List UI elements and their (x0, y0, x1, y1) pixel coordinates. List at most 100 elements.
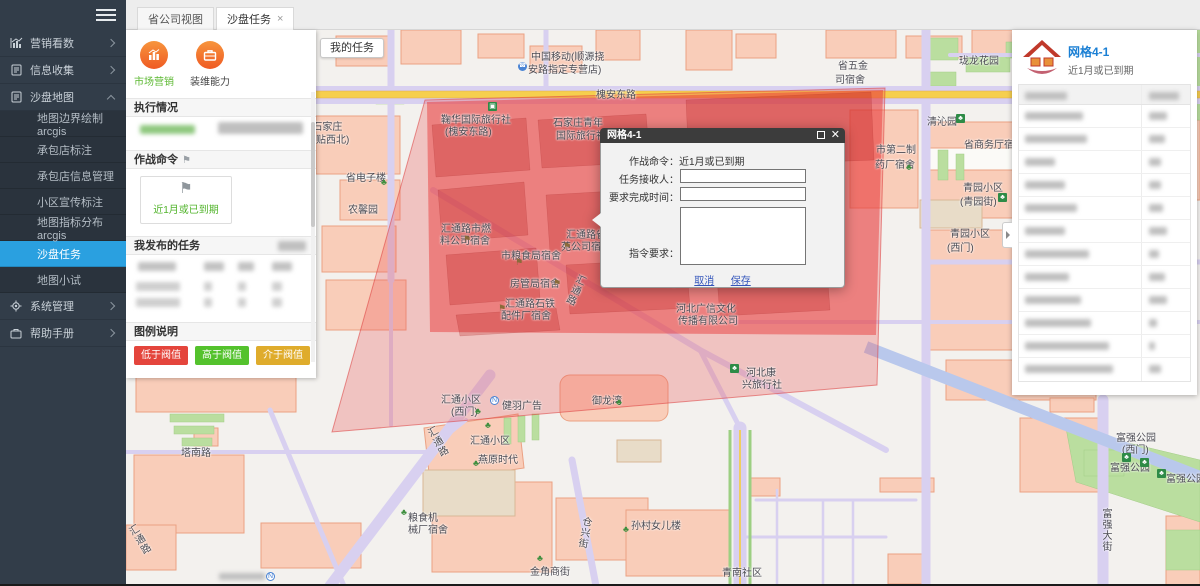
cell-blur (1025, 181, 1065, 189)
deadline-input[interactable] (680, 187, 806, 201)
sidebar-sub-item-4[interactable]: 小区宣传标注 (0, 189, 126, 215)
save-button[interactable]: 保存 (731, 276, 751, 287)
close-icon[interactable]: ✕ (831, 128, 840, 143)
column-divider (1141, 174, 1142, 196)
published-cell-blur (204, 262, 224, 271)
published-cell-blur (136, 298, 180, 307)
chevron-right-icon (107, 302, 115, 310)
dialog-title-bar[interactable]: 网格4-1 ✕ (600, 128, 845, 143)
published-cell-blur (272, 298, 282, 307)
tool-1[interactable]: 市场营销 (126, 41, 182, 88)
command-card-label: 近1月或已到期 (141, 201, 231, 216)
grid-title-link[interactable]: 网格4-1 (1068, 43, 1109, 60)
tab-label: 省公司视图 (148, 11, 203, 27)
maximize-icon[interactable] (817, 131, 825, 139)
cell-blur (1149, 273, 1165, 281)
sidebar-group-label: 系统管理 (30, 298, 108, 314)
legend-button-2[interactable]: 高于阀值 (195, 346, 249, 365)
chevron-up-icon (107, 94, 115, 102)
cell-blur (1025, 273, 1069, 281)
column-divider (1141, 197, 1142, 219)
published-cell-blur (238, 298, 246, 307)
receiver-label: 任务接收人： (601, 169, 679, 186)
cancel-button[interactable]: 取消 (694, 276, 714, 287)
chevron-right-icon (107, 66, 115, 74)
my-tasks-button[interactable]: 我的任务 (320, 38, 384, 58)
hamburger-menu-icon[interactable] (96, 9, 116, 21)
cell-blur (1025, 158, 1055, 166)
sidebar-group-5[interactable]: 帮助手册 (0, 320, 126, 347)
cell-blur (1149, 204, 1163, 212)
grid-info-panel: 网格4-1 近1月或已到期 (1012, 30, 1197, 395)
column-divider (1141, 289, 1142, 311)
cell-blur (1149, 342, 1155, 350)
grid-subtitle: 近1月或已到期 (1068, 62, 1134, 77)
deadline-label: 要求完成时间： (601, 187, 679, 204)
column-divider (1141, 128, 1142, 150)
section-header-legend: 图例说明 (126, 322, 316, 341)
receiver-input[interactable] (680, 169, 806, 183)
column-divider (1141, 85, 1142, 104)
panel-scrollbar[interactable] (311, 92, 315, 362)
dialog-body: 作战命令： 近1月或已到期 任务接收人： 要求完成时间： 指令要求： 取消 保存 (600, 143, 845, 288)
grid-table-row (1019, 197, 1190, 220)
legend-button-1[interactable]: 低于阀值 (134, 346, 188, 365)
sidebar-sub-item-2[interactable]: 承包店标注 (0, 137, 126, 163)
column-divider (1141, 335, 1142, 357)
grid-table-row (1019, 358, 1190, 381)
section-header-execution: 执行情况 (126, 98, 316, 117)
tool-label: 装维能力 (182, 73, 238, 88)
doc-icon (9, 64, 23, 76)
cell-blur (1025, 319, 1091, 327)
sidebar-sub-item-7[interactable]: 地图小试 (0, 267, 126, 293)
tab-close-icon[interactable]: × (277, 13, 283, 25)
briefcase-icon (9, 327, 23, 339)
column-divider (1141, 220, 1142, 242)
grid-table-row (1019, 289, 1190, 312)
sidebar-sub-item-1[interactable]: 地图边界绘制arcgis (0, 111, 126, 137)
tool-2[interactable]: 装维能力 (182, 41, 238, 88)
requirement-textarea[interactable] (680, 207, 806, 265)
sidebar: 营销看数信息收集沙盘地图地图边界绘制arcgis承包店标注承包店信息管理小区宣传… (0, 0, 126, 586)
tab-2[interactable]: 沙盘任务× (216, 7, 294, 30)
cell-blur (1149, 319, 1157, 327)
more-link-blur[interactable] (278, 241, 306, 251)
sidebar-group-3[interactable]: 沙盘地图 (0, 84, 126, 111)
sidebar-sub-item-6[interactable]: 沙盘任务 (0, 241, 126, 267)
column-divider (1141, 151, 1142, 173)
chevron-right-icon (107, 329, 115, 337)
tab-1[interactable]: 省公司视图 (137, 7, 214, 30)
command-card[interactable]: ⚑ 近1月或已到期 (140, 176, 232, 224)
published-cell-blur (138, 262, 176, 271)
dialog-title: 网格4-1 (607, 130, 641, 141)
grid-table-row (1019, 266, 1190, 289)
command-icon: ⚑ (182, 155, 191, 166)
panel-collapse-handle[interactable] (1002, 222, 1012, 248)
cell-blur (1149, 296, 1167, 304)
cell-blur (1025, 342, 1109, 350)
house-icon (1022, 38, 1062, 82)
cell-blur (1025, 250, 1089, 258)
column-divider (1141, 243, 1142, 265)
grid-metrics-table (1018, 84, 1191, 382)
gear-icon (9, 300, 23, 312)
sidebar-group-label: 帮助手册 (30, 325, 108, 341)
column-divider (1141, 266, 1142, 288)
legend-button-3[interactable]: 介于阀值 (256, 346, 310, 365)
cell-blur (1025, 296, 1081, 304)
sidebar-group-4[interactable]: 系统管理 (0, 293, 126, 320)
header-cell-blur (1149, 92, 1179, 100)
execution-value-blur (218, 122, 303, 134)
cell-blur (1025, 135, 1087, 143)
header-cell-blur (1025, 92, 1067, 100)
sidebar-sub-item-3[interactable]: 承包店信息管理 (0, 163, 126, 189)
published-cell-blur (272, 282, 282, 291)
sidebar-group-2[interactable]: 信息收集 (0, 57, 126, 84)
column-divider (1141, 358, 1142, 381)
execution-status-blur (140, 125, 195, 134)
published-cell-blur (238, 262, 254, 271)
sidebar-group-1[interactable]: 营销看数 (0, 30, 126, 57)
cell-blur (1025, 365, 1113, 373)
requirement-label: 指令要求： (601, 207, 679, 265)
sidebar-sub-item-5[interactable]: 地图指标分布arcgis (0, 215, 126, 241)
